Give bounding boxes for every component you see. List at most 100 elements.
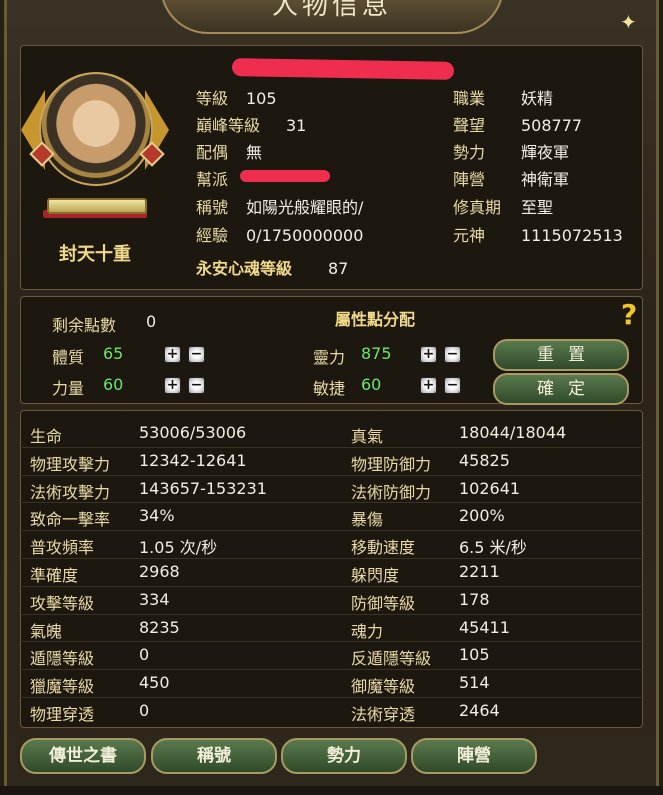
- info-spouse: 配偶無: [196, 139, 262, 163]
- info-label: 元神: [453, 226, 486, 245]
- info-value: 0/1750000000: [246, 226, 364, 245]
- agility-plus-button[interactable]: +: [420, 377, 437, 394]
- spirit-plus-button[interactable]: +: [420, 346, 437, 363]
- info-title: 稱號 如陽光般耀眼的/: [196, 194, 363, 218]
- constitution-plus-button[interactable]: +: [164, 346, 181, 363]
- info-label: 稱號: [196, 198, 229, 217]
- stat-row: 生命 53006/53006 真氣 18044/18044: [22, 420, 641, 447]
- info-label: 等級: [196, 89, 229, 108]
- stat-label: 獵魔等級: [30, 677, 95, 696]
- info-label: 配偶: [196, 143, 229, 162]
- stat-divider: [22, 586, 641, 587]
- stat-row: 氣魄 8235 魂力 45411: [22, 615, 641, 642]
- info-exp: 經驗 0/1750000000: [196, 222, 363, 246]
- tab-camp[interactable]: 陣營: [411, 738, 537, 774]
- stat-value: 2968: [139, 562, 180, 581]
- stat-divider: [22, 447, 641, 448]
- rank-title: 封天十重: [59, 244, 131, 265]
- stat-value: 105: [459, 645, 490, 664]
- info-label: 修真期: [453, 198, 502, 217]
- stat-value: 34%: [139, 506, 175, 525]
- stat-divider: [22, 614, 641, 615]
- info-camp: 陣營 神衛軍: [453, 166, 569, 190]
- stat-label: 魂力: [351, 622, 384, 641]
- strength-plus-button[interactable]: +: [164, 377, 181, 394]
- attr-constitution-value: 65: [103, 344, 124, 363]
- confirm-button[interactable]: 確定: [493, 373, 629, 405]
- stat-label: 物理防御力: [351, 455, 432, 474]
- info-label: 勢力: [453, 143, 486, 162]
- strength-minus-button[interactable]: −: [188, 377, 205, 394]
- stat-label: 法術攻擊力: [30, 483, 111, 502]
- stat-row: 致命一擊率 34% 暴傷 200%: [22, 503, 641, 530]
- spirit-minus-button[interactable]: −: [444, 346, 461, 363]
- info-faction: 勢力 輝夜軍: [453, 139, 569, 163]
- stat-label: 防御等級: [351, 594, 416, 613]
- attr-spirit-value: 875: [361, 344, 392, 363]
- stat-label: 法術穿透: [351, 705, 416, 724]
- info-peak-level: 巔峰等級 31: [196, 112, 306, 136]
- portrait-icon: [39, 72, 153, 186]
- info-value: 無: [246, 143, 263, 162]
- stat-divider: [22, 502, 641, 503]
- stat-row: 攻擊等級 334 防御等級 178: [22, 587, 641, 614]
- info-value: 31: [286, 116, 307, 135]
- stat-value: 1.05 次/秒: [139, 538, 218, 557]
- redaction-mark: [231, 58, 455, 80]
- stat-divider: [22, 475, 641, 476]
- redaction-mark: [240, 170, 330, 182]
- tab-title[interactable]: 稱號: [151, 738, 277, 774]
- stat-row: 準確度 2968 躲閃度 2211: [22, 559, 641, 586]
- stat-label: 氣魄: [30, 622, 63, 641]
- info-value: 妖精: [521, 89, 554, 108]
- agility-minus-button[interactable]: −: [444, 377, 461, 394]
- stat-divider: [22, 669, 641, 670]
- info-value: 87: [328, 259, 349, 278]
- stat-label: 物理穿透: [30, 705, 95, 724]
- info-soul-level: 永安心魂等級 87: [196, 255, 348, 279]
- tab-legend-book[interactable]: 傳世之書: [20, 738, 146, 774]
- stat-value: 514: [459, 673, 490, 692]
- stat-value: 334: [139, 590, 170, 609]
- info-spirit: 元神 1115072513: [453, 222, 623, 246]
- attribute-title: 屬性點分配: [334, 310, 415, 329]
- stat-row: 法術攻擊力 143657-153231 法術防御力 102641: [22, 476, 641, 503]
- stat-value: 53006/53006: [139, 423, 247, 442]
- stat-label: 致命一擊率: [30, 510, 111, 529]
- info-value: 神衛軍: [521, 170, 570, 189]
- stat-value: 2211: [459, 562, 500, 581]
- info-label: 經驗: [196, 226, 229, 245]
- info-label: 永安心魂等級: [196, 259, 293, 278]
- stat-label: 攻擊等級: [30, 594, 95, 613]
- remaining-points-value: 0: [146, 312, 157, 331]
- stat-row: 物理攻擊力 12342-12641 物理防御力 45825: [22, 448, 641, 475]
- info-guild: 幫派: [196, 166, 246, 190]
- constitution-minus-button[interactable]: −: [188, 346, 205, 363]
- stat-value: 8235: [139, 618, 180, 637]
- attr-agility-value: 60: [361, 375, 382, 394]
- stat-value: 2464: [459, 701, 500, 720]
- stat-label: 普攻頻率: [30, 538, 95, 557]
- attr-constitution-label: 體質: [52, 348, 85, 367]
- info-value: 508777: [521, 116, 583, 135]
- info-value: 至聖: [521, 198, 554, 217]
- info-label: 職業: [453, 89, 486, 108]
- stat-value: 143657-153231: [139, 479, 267, 498]
- stat-row: 遁隱等級 0 反遁隱等級 105: [22, 642, 641, 669]
- reset-button[interactable]: 重置: [493, 339, 629, 371]
- tab-faction[interactable]: 勢力: [281, 738, 407, 774]
- stat-value: 200%: [459, 506, 505, 525]
- stat-label: 移動速度: [351, 538, 416, 557]
- info-value: 輝夜軍: [521, 143, 570, 162]
- help-question-icon[interactable]: ?: [621, 298, 637, 331]
- stat-label: 準確度: [30, 566, 79, 585]
- attr-spirit-label: 靈力: [313, 348, 346, 367]
- stat-value: 12342-12641: [139, 451, 247, 470]
- info-level: 等級 105: [196, 85, 277, 109]
- stat-row: 物理穿透 0 法術穿透 2464: [22, 698, 641, 725]
- info-value: 1115072513: [521, 226, 623, 245]
- close-star-icon[interactable]: ✦: [620, 10, 637, 34]
- info-value: 如陽光般耀眼的/: [246, 198, 364, 217]
- info-cultivation: 修真期 至聖: [453, 194, 553, 218]
- stat-label: 生命: [30, 427, 63, 446]
